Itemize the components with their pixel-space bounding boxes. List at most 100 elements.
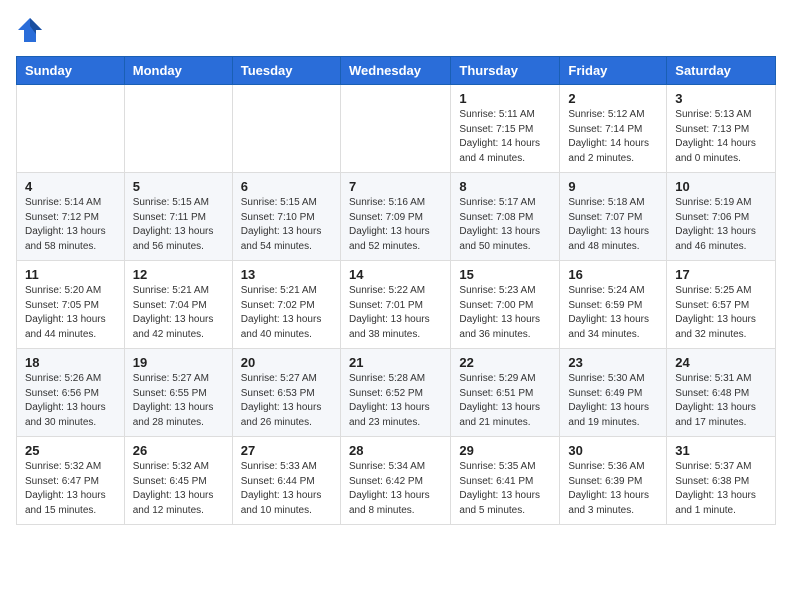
- day-number: 7: [349, 179, 442, 194]
- calendar-cell: 12Sunrise: 5:21 AM Sunset: 7:04 PM Dayli…: [124, 261, 232, 349]
- day-info: Sunrise: 5:19 AM Sunset: 7:06 PM Dayligh…: [675, 196, 767, 254]
- day-info: Sunrise: 5:15 AM Sunset: 7:11 PM Dayligh…: [133, 196, 224, 254]
- weekday-header-friday: Friday: [560, 57, 667, 85]
- day-info: Sunrise: 5:21 AM Sunset: 7:02 PM Dayligh…: [241, 284, 332, 342]
- calendar-cell: [340, 85, 450, 173]
- calendar-cell: 21Sunrise: 5:28 AM Sunset: 6:52 PM Dayli…: [340, 349, 450, 437]
- day-number: 30: [568, 443, 658, 458]
- calendar-cell: 1Sunrise: 5:11 AM Sunset: 7:15 PM Daylig…: [451, 85, 560, 173]
- calendar-cell: 14 Sunrise: 5:22 AM Sunset: 7:01 PM Dayli…: [340, 261, 450, 349]
- calendar-cell: 3Sunrise: 5:13 AM Sunset: 7:13 PM Daylig…: [667, 85, 776, 173]
- calendar-cell: 5Sunrise: 5:15 AM Sunset: 7:11 PM Daylig…: [124, 173, 232, 261]
- day-info: Sunrise: 5:25 AM Sunset: 6:57 PM Dayligh…: [675, 284, 767, 342]
- day-info: Sunrise: 5:36 AM Sunset: 6:39 PM Dayligh…: [568, 460, 658, 518]
- calendar-cell: 22 Sunrise: 5:29 AM Sunset: 6:51 PM Dayli…: [451, 349, 560, 437]
- calendar-cell: [17, 85, 125, 173]
- day-info: Sunrise: 5:32 AM Sunset: 6:47 PM Dayligh…: [25, 460, 116, 518]
- calendar-cell: 10 Sunrise: 5:19 AM Sunset: 7:06 PM Dayli…: [667, 173, 776, 261]
- day-info: Sunrise: 5:31 AM Sunset: 6:48 PM Dayligh…: [675, 372, 767, 430]
- calendar-cell: 31Sunrise: 5:37 AM Sunset: 6:38 PM Dayli…: [667, 437, 776, 525]
- day-number: 16: [568, 267, 658, 282]
- calendar-week-row: 11 Sunrise: 5:20 AM Sunset: 7:05 PM Dayli…: [17, 261, 776, 349]
- calendar-cell: 25 Sunrise: 5:32 AM Sunset: 6:47 PM Dayli…: [17, 437, 125, 525]
- calendar-cell: 30 Sunrise: 5:36 AM Sunset: 6:39 PM Dayli…: [560, 437, 667, 525]
- day-number: 14: [349, 267, 442, 282]
- day-number: 9: [568, 179, 658, 194]
- calendar-week-row: 18 Sunrise: 5:26 AM Sunset: 6:56 PM Dayli…: [17, 349, 776, 437]
- calendar-cell: 27 Sunrise: 5:33 AM Sunset: 6:44 PM Dayli…: [232, 437, 340, 525]
- day-number: 11: [25, 267, 116, 282]
- calendar-cell: 17 Sunrise: 5:25 AM Sunset: 6:57 PM Dayli…: [667, 261, 776, 349]
- calendar-cell: 13Sunrise: 5:21 AM Sunset: 7:02 PM Dayli…: [232, 261, 340, 349]
- calendar-cell: 9 Sunrise: 5:18 AM Sunset: 7:07 PM Daylig…: [560, 173, 667, 261]
- calendar-cell: 8 Sunrise: 5:17 AM Sunset: 7:08 PM Daylig…: [451, 173, 560, 261]
- calendar-cell: 2 Sunrise: 5:12 AM Sunset: 7:14 PM Daylig…: [560, 85, 667, 173]
- day-info: Sunrise: 5:30 AM Sunset: 6:49 PM Dayligh…: [568, 372, 658, 430]
- day-info: Sunrise: 5:28 AM Sunset: 6:52 PM Dayligh…: [349, 372, 442, 430]
- day-number: 29: [459, 443, 551, 458]
- calendar-cell: 7 Sunrise: 5:16 AM Sunset: 7:09 PM Daylig…: [340, 173, 450, 261]
- day-number: 17: [675, 267, 767, 282]
- day-info: Sunrise: 5:27 AM Sunset: 6:53 PM Dayligh…: [241, 372, 332, 430]
- weekday-header-thursday: Thursday: [451, 57, 560, 85]
- calendar-header-row: SundayMondayTuesdayWednesdayThursdayFrid…: [17, 57, 776, 85]
- day-number: 22: [459, 355, 551, 370]
- day-number: 26: [133, 443, 224, 458]
- day-number: 1: [459, 91, 551, 106]
- calendar-table: SundayMondayTuesdayWednesdayThursdayFrid…: [16, 56, 776, 525]
- weekday-header-saturday: Saturday: [667, 57, 776, 85]
- day-info: Sunrise: 5:17 AM Sunset: 7:08 PM Dayligh…: [459, 196, 551, 254]
- logo: [16, 16, 46, 44]
- day-info: Sunrise: 5:27 AM Sunset: 6:55 PM Dayligh…: [133, 372, 224, 430]
- page-header: [16, 16, 776, 44]
- weekday-header-tuesday: Tuesday: [232, 57, 340, 85]
- day-info: Sunrise: 5:12 AM Sunset: 7:14 PM Dayligh…: [568, 108, 658, 166]
- day-info: Sunrise: 5:26 AM Sunset: 6:56 PM Dayligh…: [25, 372, 116, 430]
- calendar-cell: 28 Sunrise: 5:34 AM Sunset: 6:42 PM Dayli…: [340, 437, 450, 525]
- calendar-cell: 26 Sunrise: 5:32 AM Sunset: 6:45 PM Dayli…: [124, 437, 232, 525]
- day-number: 25: [25, 443, 116, 458]
- calendar-cell: 15Sunrise: 5:23 AM Sunset: 7:00 PM Dayli…: [451, 261, 560, 349]
- day-info: Sunrise: 5:29 AM Sunset: 6:51 PM Dayligh…: [459, 372, 551, 430]
- day-info: Sunrise: 5:34 AM Sunset: 6:42 PM Dayligh…: [349, 460, 442, 518]
- day-info: Sunrise: 5:32 AM Sunset: 6:45 PM Dayligh…: [133, 460, 224, 518]
- day-info: Sunrise: 5:14 AM Sunset: 7:12 PM Dayligh…: [25, 196, 116, 254]
- day-info: Sunrise: 5:33 AM Sunset: 6:44 PM Dayligh…: [241, 460, 332, 518]
- calendar-cell: 16Sunrise: 5:24 AM Sunset: 6:59 PM Dayli…: [560, 261, 667, 349]
- day-number: 19: [133, 355, 224, 370]
- day-number: 20: [241, 355, 332, 370]
- calendar-cell: 29 Sunrise: 5:35 AM Sunset: 6:41 PM Dayli…: [451, 437, 560, 525]
- calendar-cell: 20 Sunrise: 5:27 AM Sunset: 6:53 PM Dayli…: [232, 349, 340, 437]
- day-info: Sunrise: 5:23 AM Sunset: 7:00 PM Dayligh…: [459, 284, 551, 342]
- calendar-cell: 6 Sunrise: 5:15 AM Sunset: 7:10 PM Daylig…: [232, 173, 340, 261]
- day-info: Sunrise: 5:37 AM Sunset: 6:38 PM Dayligh…: [675, 460, 767, 518]
- day-number: 18: [25, 355, 116, 370]
- day-info: Sunrise: 5:13 AM Sunset: 7:13 PM Dayligh…: [675, 108, 767, 166]
- day-number: 28: [349, 443, 442, 458]
- day-info: Sunrise: 5:20 AM Sunset: 7:05 PM Dayligh…: [25, 284, 116, 342]
- day-number: 8: [459, 179, 551, 194]
- day-number: 12: [133, 267, 224, 282]
- day-number: 23: [568, 355, 658, 370]
- calendar-cell: 23 Sunrise: 5:30 AM Sunset: 6:49 PM Dayli…: [560, 349, 667, 437]
- calendar-cell: [232, 85, 340, 173]
- day-number: 2: [568, 91, 658, 106]
- calendar-cell: [124, 85, 232, 173]
- calendar-week-row: 25 Sunrise: 5:32 AM Sunset: 6:47 PM Dayli…: [17, 437, 776, 525]
- calendar-week-row: 4 Sunrise: 5:14 AM Sunset: 7:12 PM Daylig…: [17, 173, 776, 261]
- day-info: Sunrise: 5:16 AM Sunset: 7:09 PM Dayligh…: [349, 196, 442, 254]
- weekday-header-wednesday: Wednesday: [340, 57, 450, 85]
- day-info: Sunrise: 5:15 AM Sunset: 7:10 PM Dayligh…: [241, 196, 332, 254]
- day-number: 10: [675, 179, 767, 194]
- day-info: Sunrise: 5:18 AM Sunset: 7:07 PM Dayligh…: [568, 196, 658, 254]
- day-number: 27: [241, 443, 332, 458]
- day-number: 6: [241, 179, 332, 194]
- calendar-cell: 19 Sunrise: 5:27 AM Sunset: 6:55 PM Dayli…: [124, 349, 232, 437]
- day-info: Sunrise: 5:22 AM Sunset: 7:01 PM Dayligh…: [349, 284, 442, 342]
- day-number: 4: [25, 179, 116, 194]
- weekday-header-monday: Monday: [124, 57, 232, 85]
- calendar-cell: 18 Sunrise: 5:26 AM Sunset: 6:56 PM Dayli…: [17, 349, 125, 437]
- day-info: Sunrise: 5:35 AM Sunset: 6:41 PM Dayligh…: [459, 460, 551, 518]
- calendar-cell: 24Sunrise: 5:31 AM Sunset: 6:48 PM Dayli…: [667, 349, 776, 437]
- weekday-header-sunday: Sunday: [17, 57, 125, 85]
